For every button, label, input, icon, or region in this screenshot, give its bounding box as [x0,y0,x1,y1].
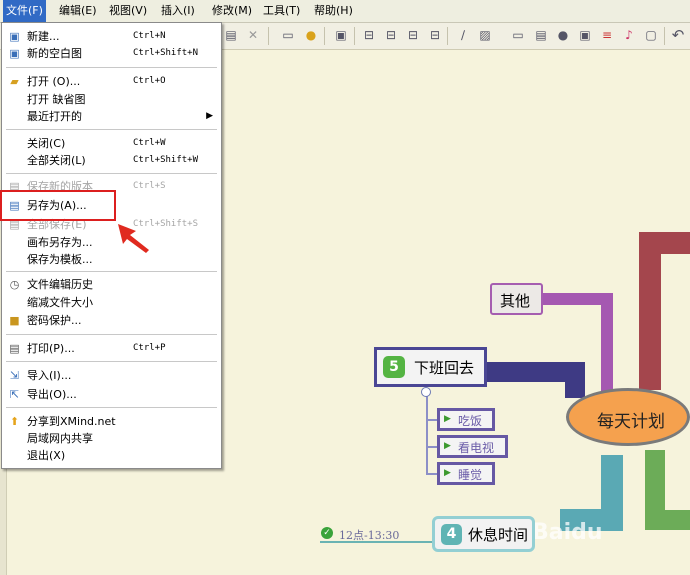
central-topic[interactable]: 每天计划 [566,388,690,446]
menu-item-password[interactable]: ■ 密码保护... [2,312,221,329]
topic-other-label: 其他 [500,292,531,310]
lock-icon: ■ [9,314,20,327]
menu-item-import[interactable]: ⇲ 导入(I)... [2,367,221,384]
topic-5[interactable]: 5 下班回去 [374,347,487,387]
branch-navy [487,362,585,398]
number-5-icon: 5 [383,356,405,378]
annotation-arrow-icon [118,224,149,253]
menu-item-save-canvas-as[interactable]: 画布另存为... [2,234,221,251]
number-4-icon: 4 [441,524,462,545]
menu-item-open[interactable]: ▰ 打开 (O)... Ctrl+O [2,73,221,90]
folder-icon: ▰ [10,75,19,88]
subtopic-eat[interactable]: ▶ 吃饭 [437,408,495,431]
topic-other[interactable]: 其他 [490,283,543,315]
submenu-arrow-icon: ▶ [206,111,213,121]
menu-item-print[interactable]: ▤ 打印(P)... Ctrl+P [2,340,221,357]
collapse-toggle[interactable] [421,387,431,397]
menu-item-reduce-size[interactable]: 缩减文件大小 [2,294,221,311]
menu-item-share[interactable]: ⬆ 分享到XMind.net [2,413,221,430]
topic-4-label: 休息时间 [468,526,529,544]
new-blank-icon: ▣ [9,47,20,60]
menu-item-new-blank[interactable]: ▣ 新的空白图 Ctrl+Shift+N [2,45,221,62]
play-icon: ▶ [444,441,451,451]
file-menu: ▣ 新建... Ctrl+N ▣ 新的空白图 Ctrl+Shift+N ▰ 打开… [1,22,222,469]
topic-4[interactable]: 4 休息时间 [432,516,535,552]
topic-5-label: 下班回去 [414,359,475,377]
menu-item-recent[interactable]: 最近打开的 ▶ [2,108,221,125]
menu-item-history[interactable]: ◷ 文件编辑历史 [2,276,221,293]
watermark: Baidu [532,520,603,545]
play-icon: ▶ [444,468,451,478]
central-topic-label: 每天计划 [597,412,665,432]
play-icon: ▶ [444,414,451,424]
menu-item-export[interactable]: ⇱ 导出(O)... [2,386,221,403]
time-label: 12点-13:30 [339,529,400,542]
subtopic-label: 睡觉 [458,468,483,482]
menu-item-close-all[interactable]: 全部关闭(L) Ctrl+Shift+W [2,152,221,169]
subtopic-label: 吃饭 [458,414,483,428]
menu-item-open-default[interactable]: 打开 缺省图 [2,91,221,108]
annotation-highlight-box [0,190,116,221]
menu-item-save-as-template[interactable]: 保存为模板... [2,251,221,268]
branch-green [645,450,690,530]
printer-icon: ▤ [9,342,20,355]
menu-item-lan-share[interactable]: 局域网内共享 [2,430,221,447]
subtopic-sleep[interactable]: ▶ 睡觉 [437,462,495,485]
subtopic-label: 看电视 [458,441,495,455]
new-file-icon: ▣ [9,30,20,43]
menu-item-close[interactable]: 关闭(C) Ctrl+W [2,135,221,152]
branch-red [639,232,690,390]
menu-item-exit[interactable]: 退出(X) [2,447,221,464]
branch-teal [560,455,623,531]
export-icon: ⇱ [9,388,20,401]
clock-icon: ◷ [9,278,20,291]
share-arrow-icon: ⬆ [9,415,20,428]
import-icon: ⇲ [9,369,20,382]
check-icon: ✓ [321,527,333,539]
subtopic-tv[interactable]: ▶ 看电视 [437,435,508,458]
menu-item-new[interactable]: ▣ 新建... Ctrl+N [2,28,221,45]
